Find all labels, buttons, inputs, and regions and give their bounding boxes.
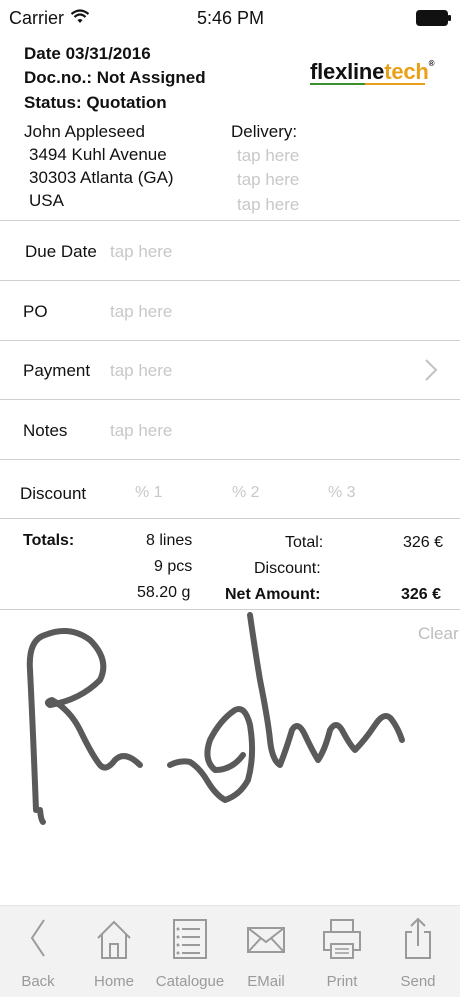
customer-street: 3494 Kuhl Avenue: [29, 145, 167, 164]
logo-text-part1: flexline: [310, 59, 385, 84]
document-date: Date 03/31/2016: [24, 44, 151, 63]
po-field[interactable]: tap here: [110, 302, 172, 322]
document-number: Doc.no.: Not Assigned: [24, 68, 206, 87]
tab-print[interactable]: Print: [304, 906, 380, 997]
customer-city: 30303 Atlanta (GA): [29, 168, 174, 187]
chevron-right-icon[interactable]: [424, 358, 438, 382]
divider: [0, 340, 460, 341]
tab-print-label: Print: [326, 973, 358, 990]
total-value: 326 €: [403, 534, 444, 551]
po-label: PO: [23, 302, 48, 321]
back-icon: [30, 919, 45, 957]
document-status: Status: Quotation: [24, 93, 167, 112]
divider: [0, 518, 460, 519]
tab-back-label: Back: [21, 973, 55, 990]
tab-send-label: Send: [400, 973, 436, 990]
customer-name: John Appleseed: [24, 122, 145, 141]
discount-3-field[interactable]: % 3: [328, 484, 356, 502]
logo-registered-mark: ®: [428, 59, 435, 68]
net-amount-label: Net Amount:: [225, 586, 321, 603]
signature-pad[interactable]: [0, 610, 460, 900]
home-icon: [97, 920, 131, 959]
tab-home-label: Home: [93, 973, 134, 990]
discount-1-field[interactable]: % 1: [135, 484, 163, 502]
tab-catalogue-label: Catalogue: [155, 973, 225, 990]
totals-pcs: 9 pcs: [154, 558, 193, 575]
battery-icon: [416, 10, 451, 26]
payment-field[interactable]: tap here: [110, 361, 172, 381]
tab-send[interactable]: Send: [380, 906, 456, 997]
net-amount-value: 326 €: [401, 586, 442, 603]
mail-icon: [247, 927, 285, 953]
discount-2-field[interactable]: % 2: [232, 484, 260, 502]
divider: [0, 459, 460, 460]
tab-catalogue[interactable]: Catalogue: [152, 906, 228, 997]
tab-home[interactable]: Home: [76, 906, 152, 997]
totals-weight: 58.20 g: [137, 584, 191, 601]
discount-label: Discount: [20, 484, 87, 503]
logo-text-part2: tech: [384, 59, 429, 84]
totals-lines: 8 lines: [146, 532, 193, 549]
status-bar: Carrier 5:46 PM: [0, 0, 460, 38]
total-label: Total:: [285, 534, 324, 551]
tab-email[interactable]: EMail: [228, 906, 304, 997]
divider: [0, 399, 460, 400]
delivery-line-3[interactable]: tap here: [237, 195, 299, 215]
totals-label: Totals:: [23, 532, 75, 549]
total-discount-label: Discount:: [254, 560, 321, 577]
customer-country: USA: [29, 191, 64, 210]
tab-back[interactable]: Back: [0, 906, 76, 997]
catalogue-icon: [173, 919, 207, 959]
due-date-field[interactable]: tap here: [110, 242, 172, 262]
delivery-label: Delivery:: [231, 122, 298, 141]
notes-field[interactable]: tap here: [110, 421, 172, 441]
divider: [0, 220, 460, 221]
delivery-line-2[interactable]: tap here: [237, 170, 299, 190]
notes-label: Notes: [23, 421, 68, 440]
share-icon: [405, 917, 431, 959]
tab-email-label: EMail: [247, 973, 285, 990]
logo-underline: [310, 83, 425, 85]
printer-icon: [323, 919, 361, 959]
delivery-line-1[interactable]: tap here: [237, 146, 299, 166]
divider: [0, 280, 460, 281]
clear-signature-button[interactable]: Clear: [418, 624, 459, 644]
wifi-icon: [70, 9, 90, 23]
payment-label: Payment: [23, 361, 91, 380]
carrier-label: Carrier: [9, 8, 65, 28]
clock: 5:46 PM: [197, 8, 265, 28]
tab-bar: Back Home Catalogue EMail Print Send: [0, 905, 460, 997]
company-logo: flexlinetech®: [310, 59, 435, 85]
due-date-label: Due Date: [25, 242, 97, 261]
